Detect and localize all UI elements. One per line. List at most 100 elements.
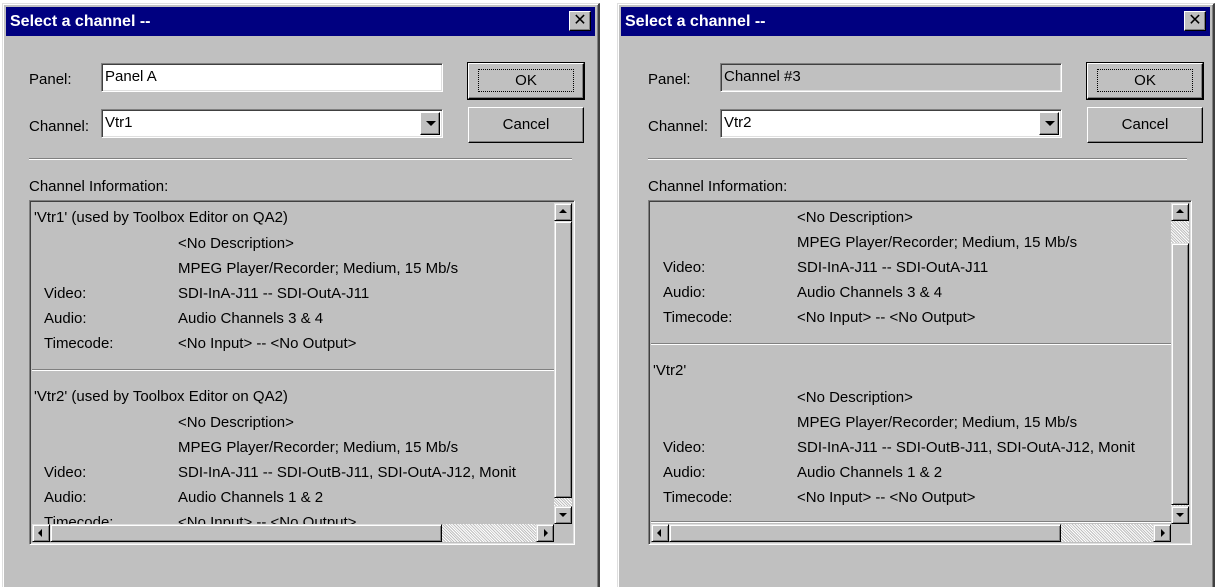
row-value: <No Description> bbox=[178, 414, 294, 431]
list-item: Timecode: <No Input> -- <No Output> bbox=[44, 510, 554, 524]
list-item: Timecode: <No Input> -- <No Output> bbox=[663, 305, 1171, 330]
row-key: Timecode: bbox=[44, 514, 114, 524]
row-value: <No Input> -- <No Output> bbox=[797, 489, 976, 506]
channel-label: Channel: bbox=[648, 118, 709, 135]
list-item: Audio: Audio Channels 1 & 2 bbox=[44, 485, 554, 510]
list-item: MPEG Player/Recorder; Medium, 15 Mb/s bbox=[663, 230, 1171, 255]
ok-button[interactable]: OK bbox=[1086, 62, 1204, 100]
row-value: <No Description> bbox=[797, 209, 913, 226]
row-value: MPEG Player/Recorder; Medium, 15 Mb/s bbox=[797, 414, 1078, 431]
close-icon[interactable]: ✕ bbox=[569, 11, 591, 31]
list-item-header: 'Vtr1' (used by Toolbox Editor on QA2) bbox=[34, 209, 288, 226]
row-value: <No Input> -- <No Output> bbox=[178, 514, 357, 524]
cancel-button[interactable]: Cancel bbox=[1087, 107, 1203, 143]
entry-divider bbox=[651, 343, 1171, 345]
horizontal-scrollbar[interactable] bbox=[651, 524, 1171, 542]
panel-input[interactable]: Panel A bbox=[101, 63, 443, 92]
channel-selected-value: Vtr1 bbox=[105, 114, 133, 131]
chevron-down-icon[interactable] bbox=[1039, 112, 1059, 135]
channel-label: Channel: bbox=[29, 118, 90, 135]
list-item: Video: SDI-InA-J11 -- SDI-OutA-J11 bbox=[44, 281, 554, 306]
select-channel-dialog: Select a channel -- ✕ Panel: Channel #3 … bbox=[617, 3, 1215, 587]
select-channel-dialog: Select a channel -- ✕ Panel: Panel A Cha… bbox=[2, 3, 600, 587]
channel-information-label: Channel Information: bbox=[29, 178, 169, 195]
dialog-title-bar[interactable]: Select a channel -- ✕ bbox=[621, 7, 1210, 36]
dialog-title: Select a channel -- bbox=[10, 13, 151, 30]
row-value: SDI-InA-J11 -- SDI-OutB-J11, SDI-OutA-J1… bbox=[178, 464, 516, 481]
cancel-button[interactable]: Cancel bbox=[468, 107, 584, 143]
list-item: Timecode: <No Input> -- <No Output> bbox=[663, 485, 1171, 510]
list-item: <No Description> bbox=[663, 385, 1171, 410]
row-key: Audio: bbox=[663, 284, 706, 301]
vertical-scroll-thumb[interactable] bbox=[554, 221, 572, 498]
channel-information-label: Channel Information: bbox=[648, 178, 788, 195]
dialog-title: Select a channel -- bbox=[625, 13, 766, 30]
ok-button-label: OK bbox=[478, 69, 574, 92]
scroll-right-icon[interactable] bbox=[1153, 524, 1171, 542]
list-item: <No Description> bbox=[663, 205, 1171, 230]
vertical-scrollbar[interactable] bbox=[1171, 203, 1189, 524]
horizontal-scroll-thumb[interactable] bbox=[50, 524, 442, 542]
row-key: Video: bbox=[44, 464, 87, 481]
channel-information-content: <No Description> MPEG Player/Recorder; M… bbox=[651, 203, 1171, 524]
scroll-up-icon[interactable] bbox=[554, 203, 572, 221]
list-item: Video: SDI-InA-J11 -- SDI-OutB-J11, SDI-… bbox=[44, 460, 554, 485]
ok-button-label: OK bbox=[1097, 69, 1193, 92]
scroll-left-icon[interactable] bbox=[32, 524, 50, 542]
row-value: Audio Channels 1 & 2 bbox=[178, 489, 324, 506]
scrollbar-corner bbox=[554, 524, 572, 542]
list-item-header: 'Vtr2' bbox=[653, 362, 687, 379]
list-item: Video: SDI-InA-J11 -- SDI-OutA-J11 bbox=[663, 255, 1171, 280]
scroll-right-icon[interactable] bbox=[536, 524, 554, 542]
list-item-header: 'Vtr2' (used by Toolbox Editor on QA2) bbox=[34, 388, 288, 405]
list-item: MPEG Player/Recorder; Medium, 15 Mb/s bbox=[44, 435, 554, 460]
chevron-down-icon[interactable] bbox=[420, 112, 440, 135]
list-item: MPEG Player/Recorder; Medium, 15 Mb/s bbox=[44, 256, 554, 281]
row-value: MPEG Player/Recorder; Medium, 15 Mb/s bbox=[797, 234, 1078, 251]
scroll-up-icon[interactable] bbox=[1171, 203, 1189, 221]
list-item: MPEG Player/Recorder; Medium, 15 Mb/s bbox=[663, 410, 1171, 435]
channel-dropdown[interactable]: Vtr1 bbox=[101, 109, 443, 138]
row-value: <No Input> -- <No Output> bbox=[178, 335, 357, 352]
channel-information-list[interactable]: <No Description> MPEG Player/Recorder; M… bbox=[648, 200, 1192, 545]
entry-divider bbox=[32, 369, 554, 371]
row-key: Audio: bbox=[44, 489, 87, 506]
row-value: SDI-InA-J11 -- SDI-OutB-J11, SDI-OutA-J1… bbox=[797, 439, 1135, 456]
list-item: Audio: Audio Channels 3 & 4 bbox=[663, 280, 1171, 305]
vertical-scrollbar[interactable] bbox=[554, 203, 572, 524]
scroll-down-icon[interactable] bbox=[1171, 506, 1189, 524]
list-item: <No Description> bbox=[44, 410, 554, 435]
row-value: SDI-InA-J11 -- SDI-OutA-J11 bbox=[178, 285, 370, 302]
panel-label: Panel: bbox=[29, 71, 72, 88]
scroll-down-icon[interactable] bbox=[554, 506, 572, 524]
row-value: MPEG Player/Recorder; Medium, 15 Mb/s bbox=[178, 439, 459, 456]
channel-information-list[interactable]: 'Vtr1' (used by Toolbox Editor on QA2) <… bbox=[29, 200, 575, 545]
list-item: Audio: Audio Channels 3 & 4 bbox=[44, 306, 554, 331]
divider bbox=[648, 158, 1187, 160]
panel-label: Panel: bbox=[648, 71, 691, 88]
row-key: Video: bbox=[663, 439, 706, 456]
channel-selected-value: Vtr2 bbox=[724, 114, 752, 131]
channel-information-content: 'Vtr1' (used by Toolbox Editor on QA2) <… bbox=[32, 203, 554, 524]
divider bbox=[29, 158, 572, 160]
panel-input[interactable]: Channel #3 bbox=[720, 63, 1062, 92]
horizontal-scrollbar[interactable] bbox=[32, 524, 554, 542]
row-value: Audio Channels 3 & 4 bbox=[797, 284, 943, 301]
row-key: Video: bbox=[663, 259, 706, 276]
channel-dropdown[interactable]: Vtr2 bbox=[720, 109, 1062, 138]
list-item: Audio: Audio Channels 1 & 2 bbox=[663, 460, 1171, 485]
row-key: Timecode: bbox=[44, 335, 114, 352]
list-item: Timecode: <No Input> -- <No Output> bbox=[44, 331, 554, 356]
dialog-title-bar[interactable]: Select a channel -- ✕ bbox=[6, 7, 595, 36]
row-value: MPEG Player/Recorder; Medium, 15 Mb/s bbox=[178, 260, 459, 277]
entry-divider bbox=[651, 521, 1171, 523]
row-key: Video: bbox=[44, 285, 87, 302]
horizontal-scroll-thumb[interactable] bbox=[669, 524, 1061, 542]
ok-button[interactable]: OK bbox=[467, 62, 585, 100]
close-icon[interactable]: ✕ bbox=[1184, 11, 1206, 31]
row-value: <No Description> bbox=[178, 235, 294, 252]
list-item: <No Description> bbox=[44, 231, 554, 256]
vertical-scroll-thumb[interactable] bbox=[1171, 243, 1189, 505]
row-value: <No Input> -- <No Output> bbox=[797, 309, 976, 326]
scroll-left-icon[interactable] bbox=[651, 524, 669, 542]
